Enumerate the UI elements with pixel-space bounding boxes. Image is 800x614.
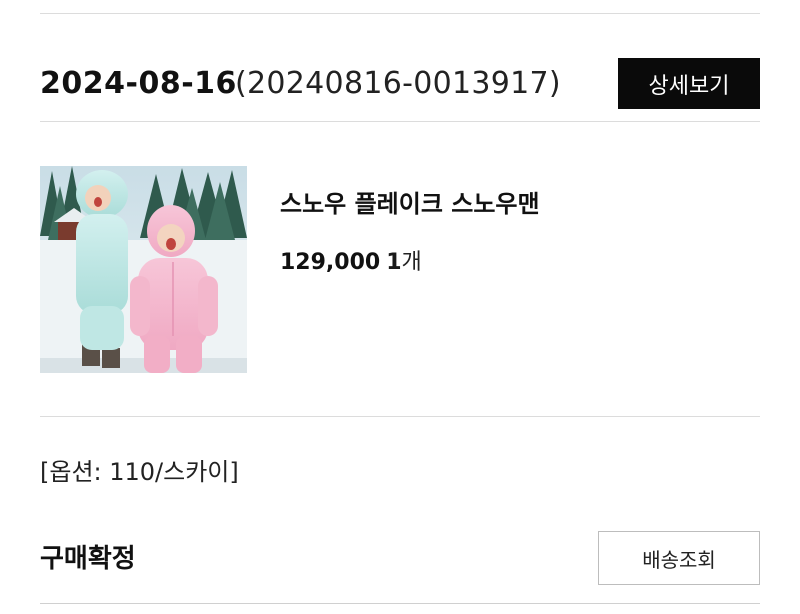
product-quantity: 1 [386, 250, 402, 275]
delivery-tracking-button[interactable]: 배송조회 [598, 531, 760, 585]
header-divider [40, 121, 760, 122]
order-date: 2024-08-16 [40, 66, 237, 101]
order-status: 구매확정 [40, 544, 136, 574]
product-name[interactable]: 스노우 플레이크 스노우맨 [280, 184, 540, 219]
product-photo-icon [40, 166, 247, 373]
detail-view-button[interactable]: 상세보기 [618, 58, 760, 109]
product-image[interactable] [40, 166, 247, 373]
top-divider [40, 13, 760, 14]
product-price-row: 129,000 1개 [280, 244, 422, 276]
order-number: (20240816-0013917) [235, 66, 561, 101]
order-header: 2024-08-16 (20240816-0013917) 상세보기 [40, 58, 760, 110]
bottom-divider [40, 603, 760, 604]
quantity-unit: 개 [401, 250, 422, 275]
product-item: 스노우 플레이크 스노우맨 129,000 1개 [40, 166, 760, 376]
product-option: [옵션: 110/스카이] [40, 458, 239, 486]
product-divider [40, 416, 760, 417]
product-price: 129,000 [280, 250, 381, 275]
